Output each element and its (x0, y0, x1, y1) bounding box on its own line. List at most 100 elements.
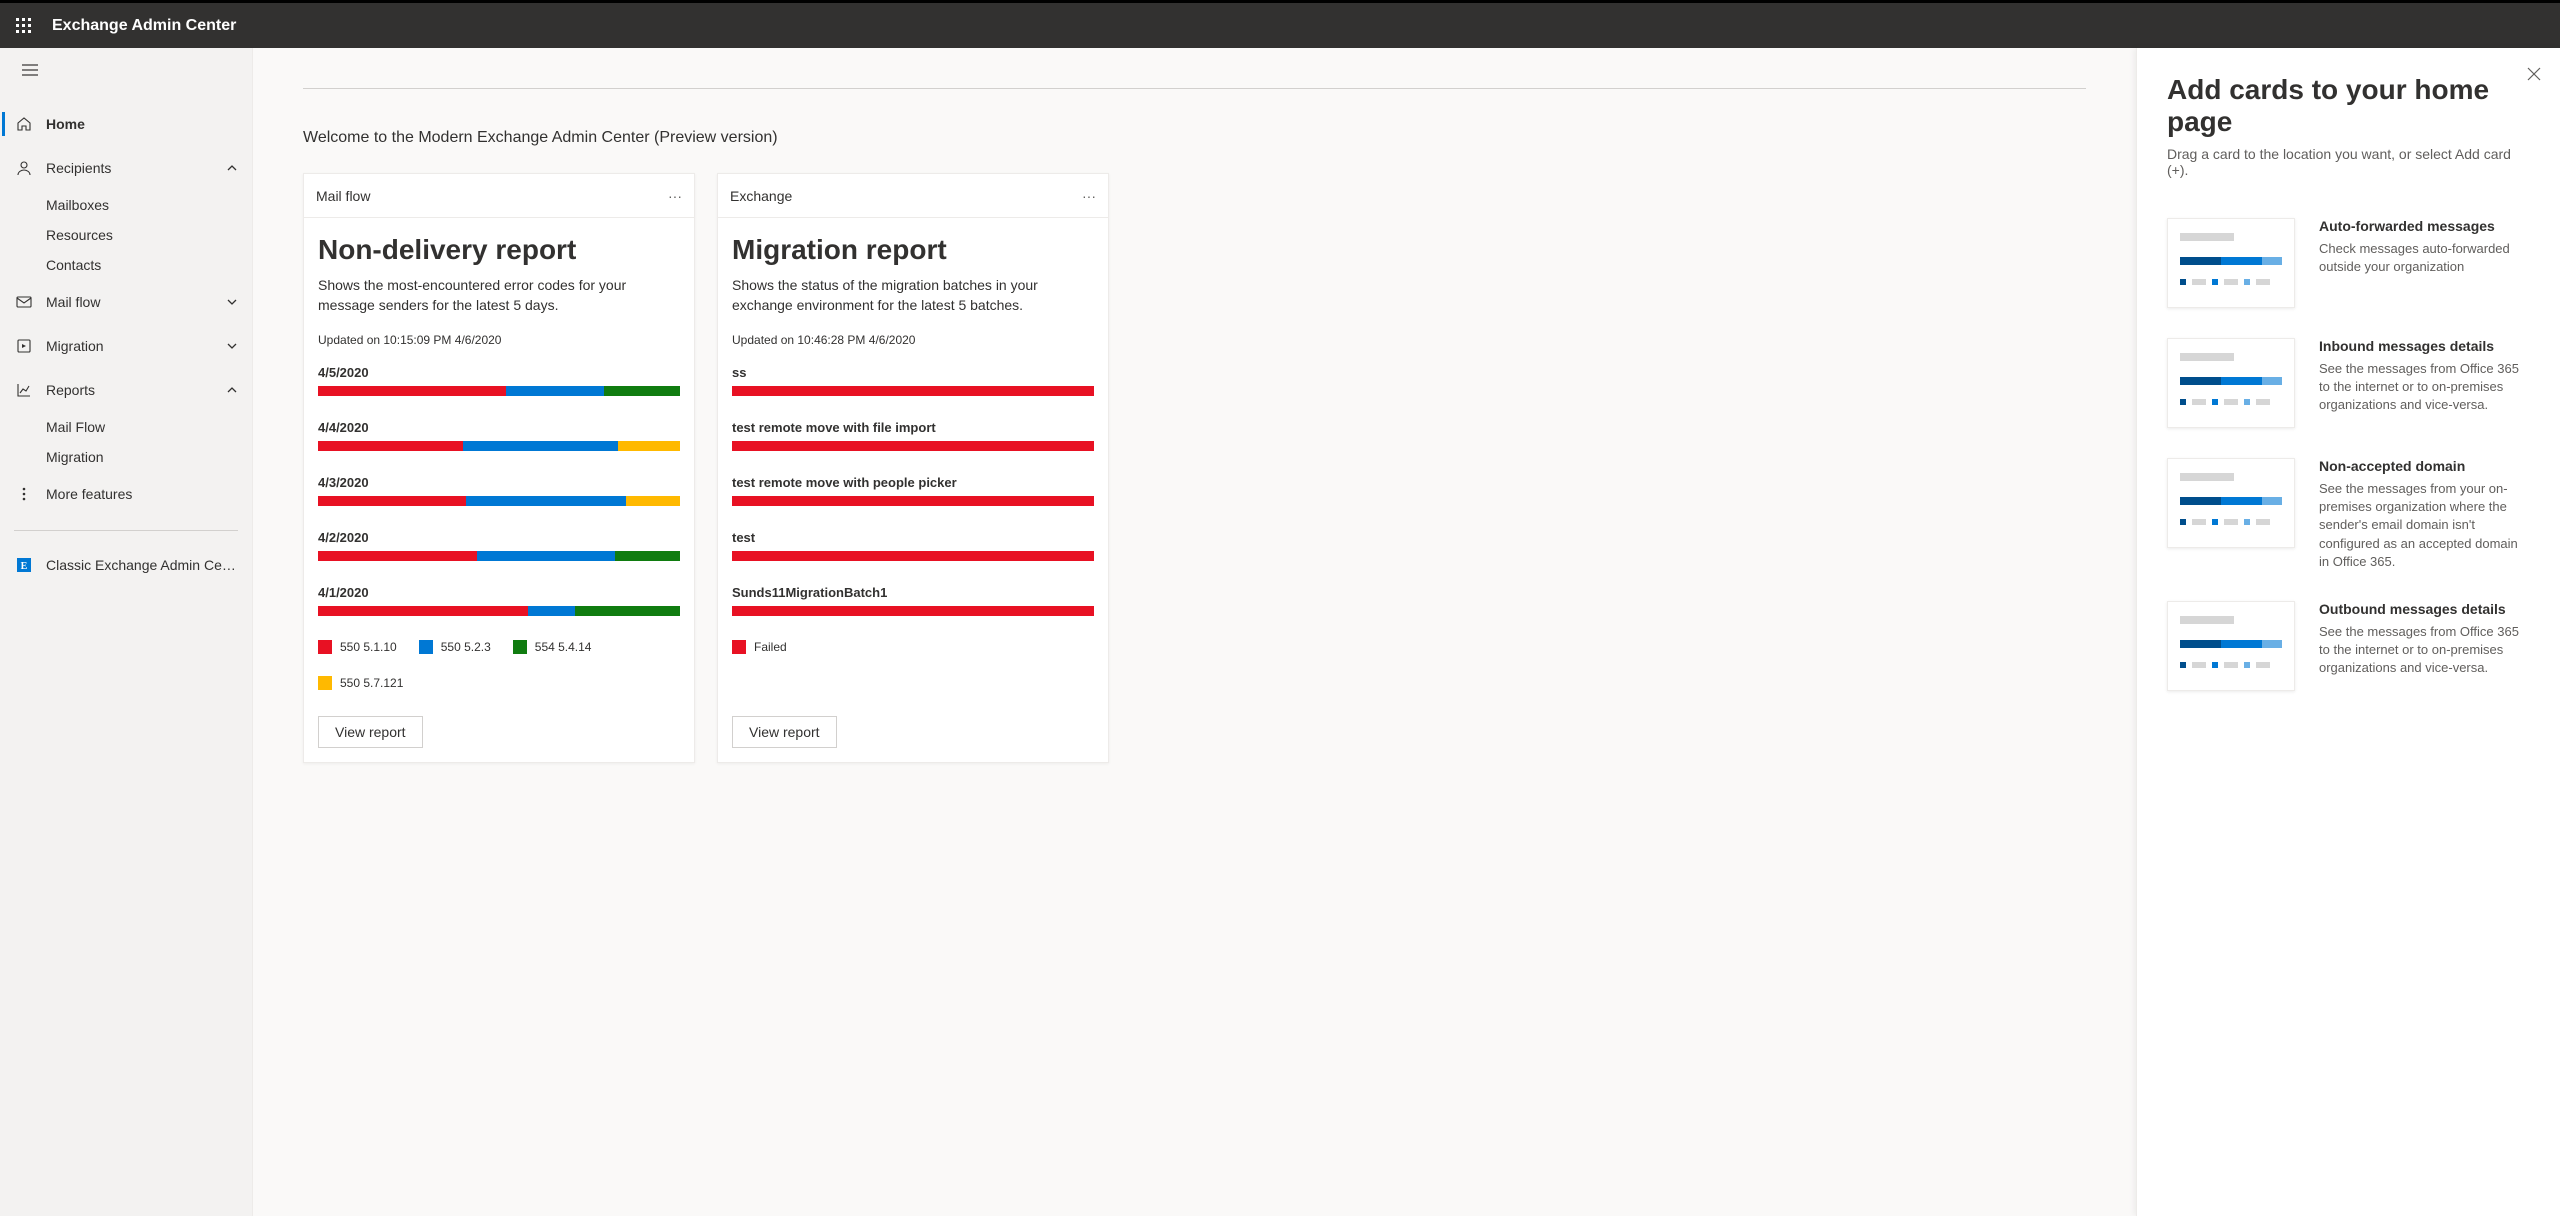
chevron-up-icon (226, 162, 238, 174)
chart-bar (732, 386, 1094, 396)
close-panel-button[interactable] (2522, 62, 2546, 86)
panel-card-title: Inbound messages details (2319, 338, 2530, 354)
nav-reports-migration[interactable]: Migration (0, 442, 252, 472)
hamburger-icon (22, 64, 38, 76)
nav-classic-label: Classic Exchange Admin Cent... (46, 557, 238, 573)
card-updated: Updated on 10:15:09 PM 4/6/2020 (318, 333, 680, 347)
nav-migration[interactable]: Migration (0, 324, 252, 368)
chart-row-label: test remote move with file import (732, 420, 1094, 435)
legend-item: 550 5.1.10 (318, 640, 397, 654)
chart-bar (318, 496, 680, 506)
divider (14, 530, 238, 531)
chart-row-label: test remote move with people picker (732, 475, 1094, 490)
add-cards-panel: Add cards to your home page Drag a card … (2136, 48, 2560, 1216)
legend-item: 550 5.7.121 (318, 676, 403, 690)
chart-bar (732, 496, 1094, 506)
nav-reports-label: Reports (46, 382, 95, 398)
chart-bar (318, 551, 680, 561)
panel-card-auto-forwarded[interactable]: Auto-forwarded messages Check messages a… (2167, 218, 2530, 308)
chart-row-label: 4/4/2020 (318, 420, 680, 435)
chart-legend: 550 5.1.10 550 5.2.3 554 5.4.14 550 5.7.121 (318, 640, 680, 690)
top-bar: Exchange Admin Center (0, 0, 2560, 48)
chart-bar (318, 386, 680, 396)
more-icon (14, 484, 34, 504)
panel-card-description: See the messages from Office 365 to the … (2319, 360, 2530, 415)
card-more-button[interactable]: ··· (1082, 188, 1096, 204)
card-category: Exchange (730, 188, 792, 204)
nav-mailboxes[interactable]: Mailboxes (0, 190, 252, 220)
card-more-button[interactable]: ··· (668, 188, 682, 204)
card-thumbnail (2167, 458, 2295, 548)
panel-subtitle: Drag a card to the location you want, or… (2167, 146, 2530, 178)
toggle-sidebar-button[interactable] (14, 54, 46, 86)
welcome-heading: Welcome to the Modern Exchange Admin Cen… (303, 129, 2086, 147)
card-thumbnail (2167, 601, 2295, 691)
nav-resources[interactable]: Resources (0, 220, 252, 250)
card-description: Shows the status of the migration batche… (732, 276, 1094, 315)
nav-recipients[interactable]: Recipients (0, 146, 252, 190)
close-icon (2527, 67, 2541, 81)
cards-row: Mail flow ··· Non-delivery report Shows … (253, 173, 2136, 803)
nav: Home Recipients Mailboxes Resources Cont… (0, 92, 252, 585)
chevron-down-icon (226, 340, 238, 352)
card-description: Shows the most-encountered error codes f… (318, 276, 680, 315)
view-report-button[interactable]: View report (318, 716, 423, 748)
panel-card-outbound[interactable]: Outbound messages details See the messag… (2167, 601, 2530, 691)
app-launcher-button[interactable] (0, 2, 48, 50)
chart-bar (318, 441, 680, 451)
panel-card-description: See the messages from your on-premises o… (2319, 480, 2530, 571)
chart-bar (732, 441, 1094, 451)
nav-more-label: More features (46, 486, 132, 502)
panel-card-inbound[interactable]: Inbound messages details See the message… (2167, 338, 2530, 428)
mail-icon (14, 292, 34, 312)
chart-bar (732, 606, 1094, 616)
panel-card-title: Auto-forwarded messages (2319, 218, 2530, 234)
panel-card-title: Outbound messages details (2319, 601, 2530, 617)
nav-mailflow[interactable]: Mail flow (0, 280, 252, 324)
legend-item: 550 5.2.3 (419, 640, 491, 654)
waffle-icon (16, 18, 32, 34)
chart-row-label: test (732, 530, 1094, 545)
nav-home-label: Home (46, 116, 85, 132)
nav-recipients-label: Recipients (46, 160, 111, 176)
nav-reports-mailflow[interactable]: Mail Flow (0, 412, 252, 442)
main-content: Welcome to the Modern Exchange Admin Cen… (253, 48, 2136, 1216)
card-thumbnail (2167, 338, 2295, 428)
card-thumbnail (2167, 218, 2295, 308)
chart-row-label: 4/1/2020 (318, 585, 680, 600)
svg-text:E: E (21, 561, 28, 572)
card-updated: Updated on 10:46:28 PM 4/6/2020 (732, 333, 1094, 347)
nav-classic-eac[interactable]: E Classic Exchange Admin Cent... (0, 545, 252, 585)
legend-item: Failed (732, 640, 787, 654)
nav-contacts[interactable]: Contacts (0, 250, 252, 280)
legend-item: 554 5.4.14 (513, 640, 592, 654)
chart-row-label: 4/3/2020 (318, 475, 680, 490)
card-category: Mail flow (316, 188, 370, 204)
top-divider (303, 88, 2086, 89)
nav-reports[interactable]: Reports (0, 368, 252, 412)
home-icon (14, 114, 34, 134)
chart-row-label: Sunds11MigrationBatch1 (732, 585, 1094, 600)
card-title: Non-delivery report (318, 234, 680, 266)
chart-row-label: ss (732, 365, 1094, 380)
chart-legend: Failed (732, 640, 1094, 654)
nav-migration-label: Migration (46, 338, 104, 354)
panel-title: Add cards to your home page (2167, 74, 2530, 138)
panel-card-non-accepted[interactable]: Non-accepted domain See the messages fro… (2167, 458, 2530, 571)
view-report-button[interactable]: View report (732, 716, 837, 748)
chart-bar (318, 606, 680, 616)
chart-bar (732, 551, 1094, 561)
chevron-up-icon (226, 384, 238, 396)
panel-card-title: Non-accepted domain (2319, 458, 2530, 474)
app-title: Exchange Admin Center (52, 17, 236, 35)
nav-more-features[interactable]: More features (0, 472, 252, 516)
migration-icon (14, 336, 34, 356)
nav-mailflow-label: Mail flow (46, 294, 100, 310)
card-migration-report: Exchange ··· Migration report Shows the … (717, 173, 1109, 763)
sidebar: Home Recipients Mailboxes Resources Cont… (0, 48, 253, 1216)
panel-card-description: See the messages from Office 365 to the … (2319, 623, 2530, 678)
chart-row-label: 4/2/2020 (318, 530, 680, 545)
chart-row-label: 4/5/2020 (318, 365, 680, 380)
nav-home[interactable]: Home (0, 102, 252, 146)
card-non-delivery-report: Mail flow ··· Non-delivery report Shows … (303, 173, 695, 763)
